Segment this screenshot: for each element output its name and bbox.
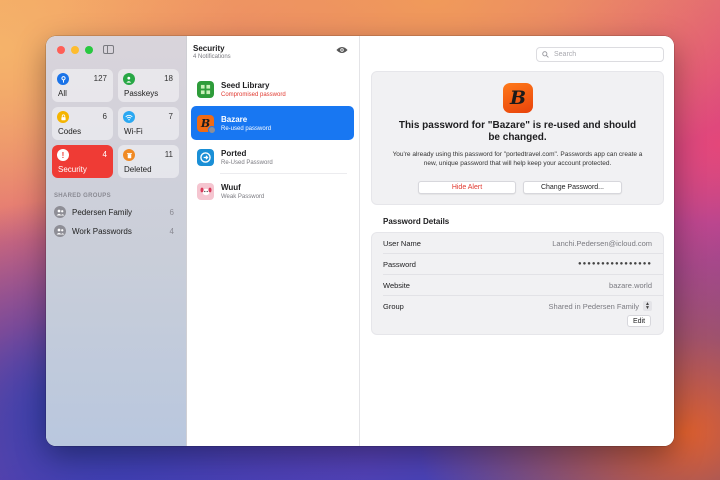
tile-count: 4: [102, 150, 107, 159]
tile-count: 11: [164, 150, 173, 159]
group-select[interactable]: Shared in Pedersen Family ▲ ▼: [549, 301, 652, 311]
tile-passkeys[interactable]: 18 Passkeys: [118, 69, 179, 102]
field-value: Lanchi.Pedersen@icloud.com: [552, 238, 652, 248]
exclamation-icon: !: [57, 149, 69, 161]
field-label: Password: [383, 259, 416, 269]
group-count: 4: [169, 226, 174, 236]
group-label: Pedersen Family: [72, 207, 133, 217]
list-item-title: Seed Library: [221, 80, 270, 90]
ported-icon: [197, 148, 214, 166]
search-icon: [542, 51, 549, 58]
change-password-button[interactable]: Change Password...: [523, 181, 622, 194]
tile-wifi[interactable]: 7 Wi-Fi: [118, 107, 179, 140]
tile-all[interactable]: 127 All: [52, 69, 113, 102]
zoom-window-button[interactable]: [85, 46, 93, 54]
search-placeholder: Search: [554, 51, 577, 58]
tile-label: All: [58, 89, 67, 98]
lock-code-icon: [57, 111, 69, 123]
list-item-bazare[interactable]: B Bazare Re-used password: [191, 106, 354, 140]
field-website[interactable]: Website bazare.world: [372, 275, 663, 295]
tile-count: 127: [93, 74, 107, 83]
field-value: bazare.world: [609, 280, 652, 290]
search-field[interactable]: Search: [536, 47, 664, 62]
list-title: Security: [193, 44, 225, 53]
bazare-icon: B: [197, 114, 216, 134]
tile-label: Codes: [58, 127, 82, 136]
sidebar: 127 All 18 Passkeys 6 Codes 7 Wi-Fi ! 4 …: [46, 36, 187, 446]
shared-badge-icon: [208, 125, 216, 134]
category-tiles: 127 All 18 Passkeys 6 Codes 7 Wi-Fi ! 4 …: [52, 69, 179, 178]
tile-label: Security: [58, 165, 87, 174]
tile-label: Wi-Fi: [124, 127, 143, 136]
field-password[interactable]: Password ●●●●●●●●●●●●●●●●: [372, 254, 663, 274]
people-icon: [54, 225, 66, 237]
shared-groups-header: SHARED GROUPS: [54, 193, 111, 199]
alert-title: This password for "Bazare" is re-used an…: [398, 120, 637, 143]
tile-deleted[interactable]: 11 Deleted: [118, 145, 179, 178]
person-key-icon: [123, 73, 135, 85]
hide-alert-button[interactable]: Hide Alert: [418, 181, 516, 194]
tile-label: Passkeys: [124, 89, 159, 98]
wifi-icon: [123, 111, 135, 123]
tile-count: 18: [164, 74, 173, 83]
group-count: 6: [169, 207, 174, 217]
close-window-button[interactable]: [57, 46, 65, 54]
people-icon: [54, 206, 66, 218]
alert-body: You're already using this password for "…: [392, 151, 643, 167]
tile-count: 7: [168, 112, 173, 121]
group-label: Work Passwords: [72, 226, 132, 236]
passwords-window: 127 All 18 Passkeys 6 Codes 7 Wi-Fi ! 4 …: [46, 36, 674, 446]
list-item-wuuf[interactable]: Wuuf Weak Password: [191, 174, 354, 208]
field-group[interactable]: Group Shared in Pedersen Family ▲ ▼: [372, 296, 663, 316]
tile-label: Deleted: [124, 165, 152, 174]
field-value: ●●●●●●●●●●●●●●●●: [578, 261, 652, 267]
list-item-subtitle: Re-used password: [221, 125, 272, 132]
sidebar-toggle-icon[interactable]: [103, 45, 114, 54]
bazare-logo-letter: B: [509, 87, 527, 109]
tile-count: 6: [102, 112, 107, 121]
list-item-subtitle: Re-Used Password: [221, 159, 273, 166]
window-controls: [57, 46, 93, 54]
eye-icon[interactable]: [336, 46, 348, 54]
list-item-seed-library[interactable]: Seed Library Compromised password: [191, 72, 354, 106]
list-item-subtitle: Weak Password: [221, 193, 265, 200]
tile-codes[interactable]: 6 Codes: [52, 107, 113, 140]
list-item-title: Bazare: [221, 114, 248, 124]
list-item-ported[interactable]: Ported Re-Used Password: [191, 140, 354, 174]
list-subtitle: 4 Notifications: [193, 54, 231, 60]
tile-security[interactable]: ! 4 Security: [52, 145, 113, 178]
wuuf-icon: [197, 182, 214, 200]
trash-icon: [123, 149, 135, 161]
security-alert-card: B This password for "Bazare" is re-used …: [371, 71, 664, 205]
bazare-app-icon: B: [503, 83, 533, 113]
field-label: Group: [383, 301, 404, 311]
security-list: Security 4 Notifications Seed Library Co…: [187, 36, 360, 446]
list-item-title: Wuuf: [221, 182, 241, 192]
group-item-work-passwords[interactable]: Work Passwords 4: [54, 224, 178, 238]
seed-library-icon: [197, 80, 214, 98]
minimize-window-button[interactable]: [71, 46, 79, 54]
key-icon: [57, 73, 69, 85]
list-item-title: Ported: [221, 148, 247, 158]
field-label: Website: [383, 280, 410, 290]
field-label: User Name: [383, 238, 421, 248]
password-details-card: User Name Lanchi.Pedersen@icloud.com Pas…: [371, 232, 664, 335]
field-value: Shared in Pedersen Family: [548, 301, 639, 311]
up-down-chevron-icon: ▲ ▼: [643, 301, 652, 311]
list-item-subtitle: Compromised password: [221, 91, 286, 98]
detail-pane: Search B This password for "Bazare" is r…: [360, 36, 674, 446]
password-details-title: Password Details: [383, 217, 450, 226]
edit-button[interactable]: Edit: [627, 315, 651, 327]
group-item-pedersen-family[interactable]: Pedersen Family 6: [54, 205, 178, 219]
field-username[interactable]: User Name Lanchi.Pedersen@icloud.com: [372, 233, 663, 253]
